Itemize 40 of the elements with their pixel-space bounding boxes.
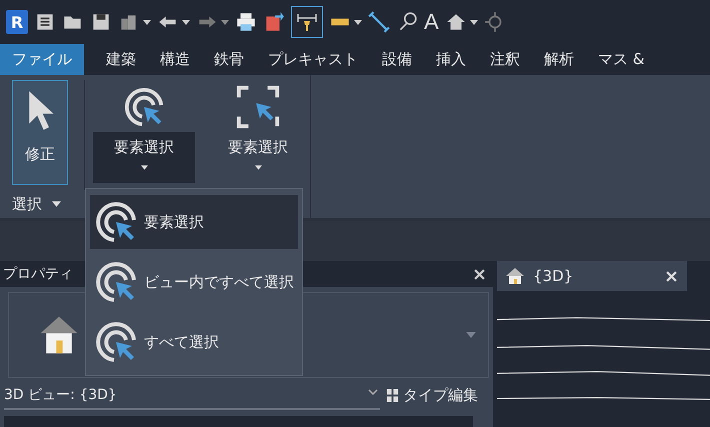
ribbon-tab[interactable]: ファイル bbox=[0, 44, 84, 75]
close-icon[interactable] bbox=[474, 268, 485, 280]
select-button[interactable]: 要素選択 bbox=[207, 80, 309, 183]
view-selector[interactable]: 3D ビュー: {3D} bbox=[4, 380, 380, 410]
caret-icon[interactable] bbox=[354, 20, 362, 24]
view-tab[interactable]: {3D} bbox=[497, 261, 687, 291]
text-tool-button[interactable]: A bbox=[424, 9, 439, 35]
edit-type-button[interactable]: タイプ編集 bbox=[386, 386, 478, 404]
caret-icon bbox=[140, 165, 148, 170]
modify-button[interactable]: 修正 bbox=[12, 80, 68, 185]
caret-icon[interactable] bbox=[221, 20, 229, 24]
caret-icon[interactable] bbox=[182, 20, 190, 24]
ribbon-tab[interactable]: 注釈 bbox=[478, 44, 532, 75]
chevron-icon[interactable] bbox=[368, 389, 378, 395]
ribbon-tab[interactable]: 鉄骨 bbox=[202, 44, 256, 75]
ribbon-tab[interactable]: 設備 bbox=[370, 44, 424, 75]
ribbon-tab[interactable]: プレキャスト bbox=[256, 44, 370, 75]
menu-item[interactable]: 要素選択 bbox=[90, 195, 298, 249]
printer-icon[interactable] bbox=[235, 11, 257, 33]
menu-item[interactable]: すべて選択 bbox=[90, 315, 298, 369]
close-icon[interactable] bbox=[666, 270, 677, 282]
caret-icon bbox=[254, 165, 262, 170]
panel-title: プロパティ bbox=[3, 265, 73, 283]
caret-icon[interactable] bbox=[52, 201, 61, 207]
dimension-pin-icon[interactable] bbox=[291, 6, 323, 38]
caret-icon[interactable] bbox=[143, 20, 151, 24]
menu-item[interactable]: ビュー内ですべて選択 bbox=[90, 255, 298, 309]
ribbon-tab[interactable]: 挿入 bbox=[424, 44, 478, 75]
app-logo[interactable]: R bbox=[6, 10, 28, 34]
ribbon-tab[interactable]: 建築 bbox=[94, 44, 148, 75]
ribbon-tab[interactable]: 構造 bbox=[148, 44, 202, 75]
caret-icon[interactable] bbox=[470, 20, 478, 24]
house-icon bbox=[505, 266, 525, 286]
panel-label[interactable]: 選択 bbox=[12, 194, 42, 214]
ribbon-tab[interactable]: マス & bbox=[586, 44, 656, 75]
ribbon-tab[interactable]: 解析 bbox=[532, 44, 586, 75]
aligned-dimension-icon[interactable] bbox=[368, 11, 390, 33]
select-frame-icon bbox=[235, 84, 281, 130]
edit-type-icon bbox=[386, 388, 399, 402]
dropdown-arrow-icon bbox=[466, 332, 476, 338]
